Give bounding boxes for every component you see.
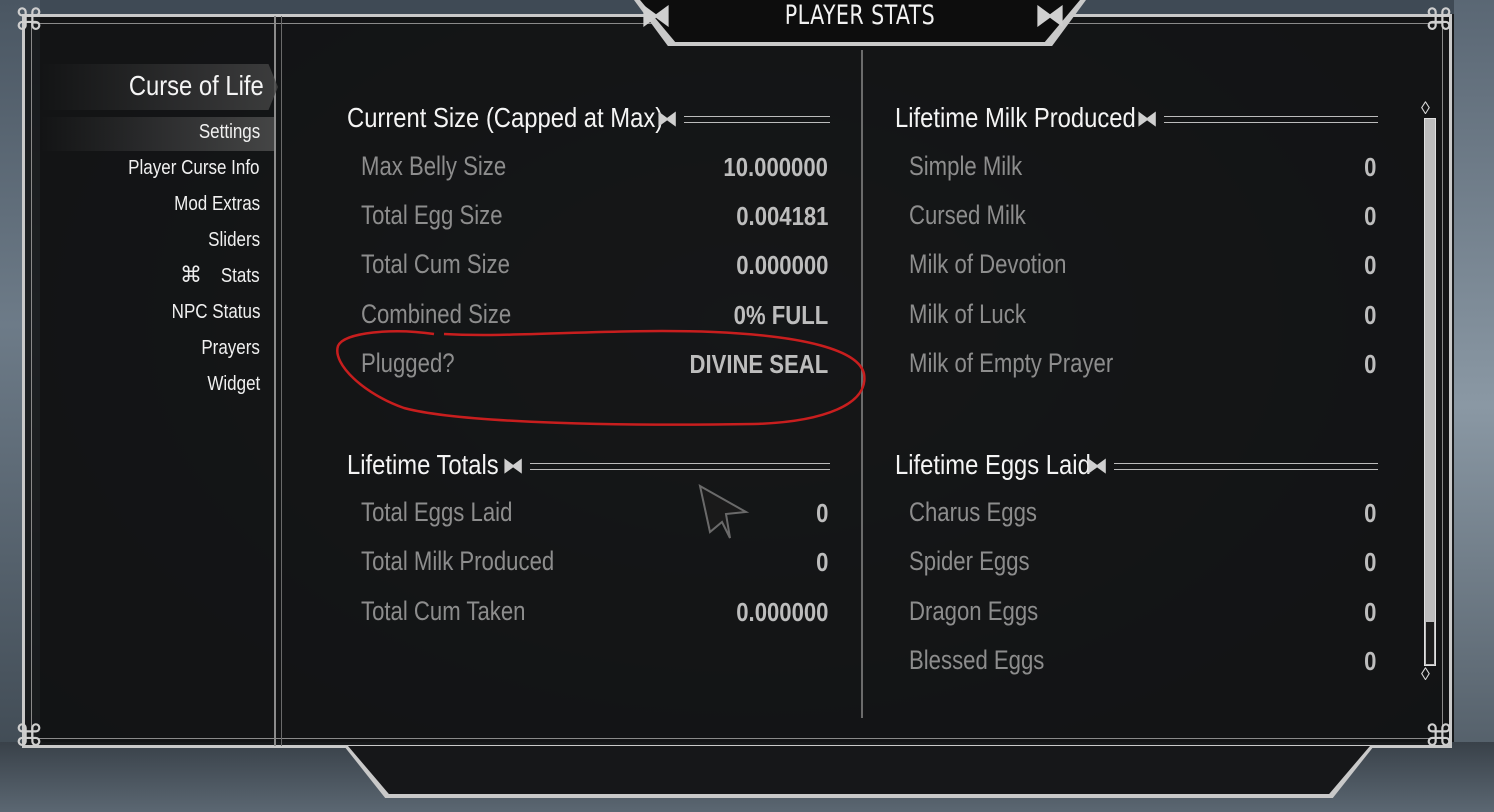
header-rule [684, 116, 830, 123]
stat-label[interactable]: Simple Milk [909, 151, 1022, 182]
stat-value: 0 [1363, 152, 1376, 182]
stat-label[interactable]: Charus Eggs [909, 497, 1037, 528]
scrollbar-track[interactable] [1424, 118, 1436, 666]
cursor-icon [698, 484, 750, 539]
sidebar-divider-inner [281, 16, 282, 746]
header-rule [1114, 463, 1378, 470]
bottom-plate [348, 746, 1370, 794]
stat-label[interactable]: Cursed Milk [909, 200, 1026, 231]
nav-item-mod-extras[interactable]: Mod Extras [174, 193, 260, 216]
corner-ornament-icon: ⌘ [1424, 4, 1454, 37]
stat-value: 0.004181 [735, 201, 828, 231]
nav-item-npc-status[interactable]: NPC Status [171, 301, 260, 324]
stat-label[interactable]: Total Cum Size [361, 249, 510, 280]
corner-ornament-icon: ⌘ [14, 720, 44, 753]
stat-value: 10.000000 [723, 152, 828, 182]
stat-label[interactable]: Total Egg Size [361, 200, 503, 231]
stat-value: 0.000000 [735, 597, 828, 627]
stat-value: 0.000000 [735, 250, 828, 280]
section-header-lifetime-milk: Lifetime Milk Produced [895, 102, 1136, 133]
stat-label[interactable]: Blessed Eggs [909, 645, 1044, 676]
mod-title[interactable]: Curse of Life [129, 70, 264, 102]
nav-item-prayers[interactable]: Prayers [201, 337, 260, 360]
stat-label[interactable]: Dragon Eggs [909, 596, 1038, 627]
stat-value: 0 [1363, 201, 1376, 231]
section-header-lifetime-eggs: Lifetime Eggs Laid [895, 449, 1091, 480]
stat-value: 0 [1363, 597, 1376, 627]
header-ornament-icon: ⧓ [1136, 106, 1158, 131]
header-ornament-icon: ⧓ [502, 453, 524, 478]
annotation-circle [336, 329, 866, 426]
title-left-ornament-icon: ⧓ [640, 0, 672, 33]
nav-item-widget[interactable]: Widget [207, 373, 260, 396]
header-ornament-icon: ⧓ [1086, 453, 1108, 478]
sidebar-divider [274, 16, 276, 746]
knot-icon: ⌘ [180, 262, 202, 287]
stat-label[interactable]: Milk of Luck [909, 299, 1026, 330]
nav-item-stats[interactable]: Stats [221, 265, 260, 288]
scroll-up-icon[interactable]: ◊ [1421, 98, 1430, 119]
stat-label[interactable]: Spider Eggs [909, 546, 1030, 577]
header-rule [530, 463, 830, 470]
nav-item-settings[interactable]: Settings [199, 121, 260, 144]
corner-ornament-icon: ⌘ [14, 4, 44, 37]
section-header-current-size: Current Size (Capped at Max) [347, 102, 664, 133]
stat-value: 0 [1363, 646, 1376, 676]
background-sky-right [1454, 0, 1494, 812]
header-ornament-icon: ⧓ [656, 106, 678, 131]
nav-item-sliders[interactable]: Sliders [208, 229, 260, 252]
section-header-lifetime-totals: Lifetime Totals [347, 449, 499, 480]
nav-item-player-curse-info[interactable]: Player Curse Info [129, 157, 260, 180]
stat-label[interactable]: Milk of Empty Prayer [909, 348, 1113, 379]
stat-value: 0 [1363, 349, 1376, 379]
stat-label[interactable]: Total Milk Produced [361, 546, 554, 577]
header-rule [1164, 116, 1378, 123]
stat-label[interactable]: Max Belly Size [361, 151, 506, 182]
page-title: PLAYER STATS [784, 0, 936, 31]
stat-value: 0 [815, 547, 828, 577]
corner-ornament-icon: ⌘ [1424, 720, 1454, 753]
stat-value: 0 [1363, 547, 1376, 577]
stat-label[interactable]: Milk of Devotion [909, 249, 1067, 280]
scroll-down-icon[interactable]: ◊ [1421, 664, 1430, 685]
scrollbar-thumb[interactable] [1426, 622, 1434, 664]
stat-value: 0 [1363, 250, 1376, 280]
stat-label[interactable]: Total Cum Taken [361, 596, 525, 627]
stat-value: 0 [815, 498, 828, 528]
stat-value: 0 [1363, 300, 1376, 330]
stat-value: 0 [1363, 498, 1376, 528]
stat-label[interactable]: Total Eggs Laid [361, 497, 512, 528]
